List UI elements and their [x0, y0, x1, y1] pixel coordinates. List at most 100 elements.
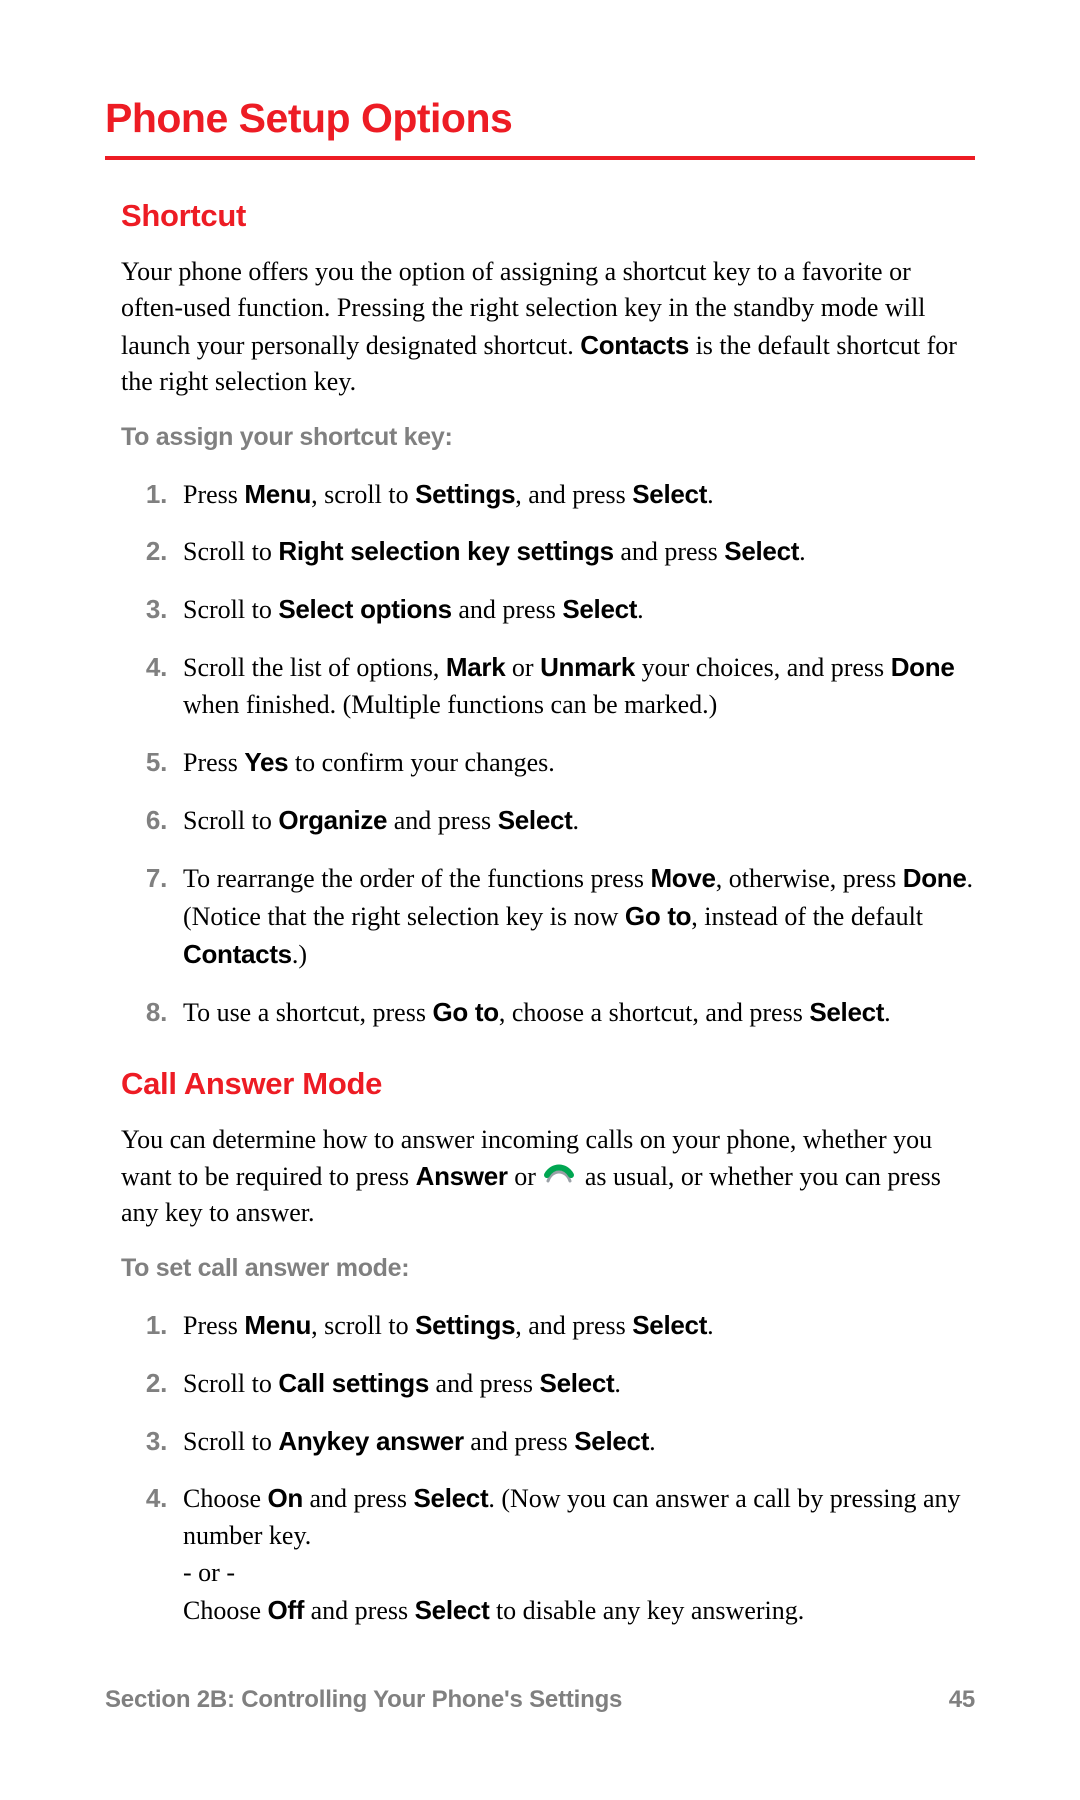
text: and press — [304, 1596, 414, 1625]
shortcut-subhead: To assign your shortcut key: — [121, 423, 975, 452]
step: 3.Scroll to Select options and press Sel… — [121, 591, 975, 629]
bold: Go to — [432, 997, 498, 1027]
text: Press — [183, 1311, 244, 1340]
text: To use a shortcut, press — [183, 998, 432, 1027]
step-body: Scroll to Select options and press Selec… — [183, 591, 975, 629]
text: and press — [303, 1484, 413, 1513]
bold: Call settings — [278, 1368, 429, 1398]
step-body: Scroll to Right selection key settings a… — [183, 533, 975, 571]
step-number: 5. — [121, 744, 183, 782]
bold: Select — [809, 997, 884, 1027]
heading-shortcut: Shortcut — [121, 198, 975, 234]
step-body: To rearrange the order of the functions … — [183, 860, 975, 974]
footer-page-number: 45 — [949, 1686, 975, 1714]
text: , instead of the default — [691, 902, 923, 931]
bold: Menu — [244, 1310, 311, 1340]
text: or — [508, 1162, 543, 1191]
step-body: Scroll the list of options, Mark or Unma… — [183, 649, 975, 724]
bold: Contacts — [183, 939, 292, 969]
step-number: 3. — [121, 591, 183, 629]
text: . — [707, 1311, 714, 1340]
bold: Select options — [278, 594, 452, 624]
text: . — [707, 480, 714, 509]
text: Press — [183, 480, 244, 509]
step-body: Choose On and press Select. (Now you can… — [183, 1480, 975, 1630]
text: to confirm your changes. — [288, 748, 554, 777]
title-rule — [105, 156, 975, 160]
step-number: 7. — [121, 860, 183, 974]
bold: Done — [891, 652, 955, 682]
step-body: Scroll to Call settings and press Select… — [183, 1365, 975, 1403]
bold: Mark — [446, 652, 506, 682]
bold: Move — [650, 863, 715, 893]
step: 4.Choose On and press Select. (Now you c… — [121, 1480, 975, 1630]
step: 3.Scroll to Anykey answer and press Sele… — [121, 1423, 975, 1461]
bold: Right selection key settings — [278, 536, 613, 566]
step-body: Scroll to Organize and press Select. — [183, 802, 975, 840]
page-title: Phone Setup Options — [105, 95, 975, 156]
bold: Select — [414, 1483, 489, 1513]
text: , otherwise, press — [716, 864, 903, 893]
text: to disable any key answering. — [489, 1596, 804, 1625]
shortcut-steps: 1.Press Menu, scroll to Settings, and pr… — [121, 476, 975, 1032]
bold: Select — [724, 536, 799, 566]
bold: On — [268, 1483, 304, 1513]
text: Press — [183, 748, 244, 777]
step: 2.Scroll to Call settings and press Sele… — [121, 1365, 975, 1403]
call-answer-intro: You can determine how to answer incoming… — [121, 1122, 975, 1232]
step-number: 2. — [121, 533, 183, 571]
step-number: 4. — [121, 1480, 183, 1630]
bold: Answer — [416, 1161, 508, 1191]
step-number: 1. — [121, 476, 183, 514]
call-answer-steps: 1.Press Menu, scroll to Settings, and pr… — [121, 1307, 975, 1630]
bold: Go to — [625, 901, 691, 931]
text: your choices, and press — [635, 653, 891, 682]
step-body: Scroll to Anykey answer and press Select… — [183, 1423, 975, 1461]
text: , and press — [515, 1311, 632, 1340]
shortcut-intro: Your phone offers you the option of assi… — [121, 254, 975, 401]
step: 5.Press Yes to confirm your changes. — [121, 744, 975, 782]
step: 8.To use a shortcut, press Go to, choose… — [121, 994, 975, 1032]
text: or — [505, 653, 540, 682]
step: 2.Scroll to Right selection key settings… — [121, 533, 975, 571]
text: , choose a shortcut, and press — [499, 998, 809, 1027]
text: and press — [464, 1427, 574, 1456]
text: and press — [614, 537, 724, 566]
bold: Done — [903, 863, 967, 893]
text: Choose — [183, 1596, 268, 1625]
bold: Anykey answer — [278, 1426, 463, 1456]
step: 1.Press Menu, scroll to Settings, and pr… — [121, 1307, 975, 1345]
text: , and press — [515, 480, 632, 509]
step-number: 8. — [121, 994, 183, 1032]
text: Scroll to — [183, 1369, 278, 1398]
bold: Select — [632, 479, 707, 509]
text: . — [637, 595, 644, 624]
text: .) — [292, 940, 307, 969]
footer-section: Section 2B: Controlling Your Phone's Set… — [105, 1686, 622, 1714]
heading-call-answer: Call Answer Mode — [121, 1066, 975, 1102]
bold-contacts: Contacts — [580, 330, 689, 360]
text: , scroll to — [311, 480, 415, 509]
bold: Select — [415, 1595, 490, 1625]
step-number: 6. — [121, 802, 183, 840]
bold: Select — [540, 1368, 615, 1398]
text: Scroll to — [183, 1427, 278, 1456]
text: . — [884, 998, 891, 1027]
step-number: 4. — [121, 649, 183, 724]
text: To rearrange the order of the functions … — [183, 864, 650, 893]
bold: Select — [498, 805, 573, 835]
step-number: 1. — [121, 1307, 183, 1345]
call-answer-subhead: To set call answer mode: — [121, 1254, 975, 1283]
bold: Settings — [415, 479, 515, 509]
step-body: Press Menu, scroll to Settings, and pres… — [183, 1307, 975, 1345]
text: . — [573, 806, 580, 835]
bold: Settings — [415, 1310, 515, 1340]
step-body: Press Yes to confirm your changes. — [183, 744, 975, 782]
step: 4.Scroll the list of options, Mark or Un… — [121, 649, 975, 724]
bold: Unmark — [540, 652, 635, 682]
text: Scroll to — [183, 806, 278, 835]
page-footer: Section 2B: Controlling Your Phone's Set… — [105, 1686, 975, 1714]
text: Scroll the list of options, — [183, 653, 446, 682]
text: Choose — [183, 1484, 268, 1513]
bold: Select — [562, 594, 637, 624]
